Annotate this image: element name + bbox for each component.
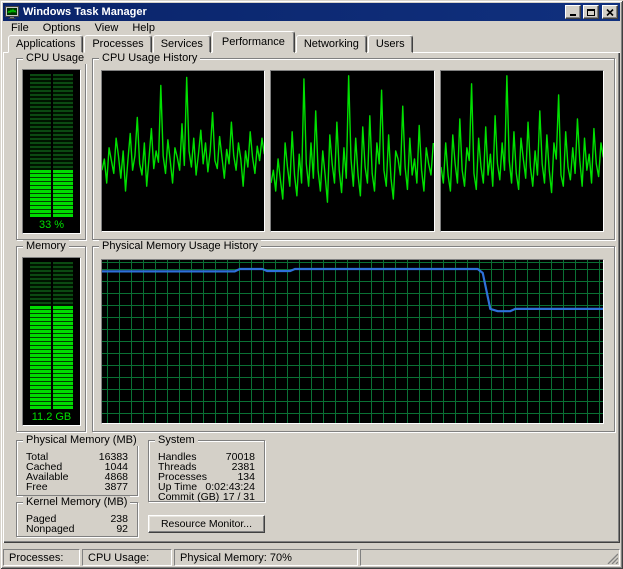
cpu-history-panels [101,70,604,232]
tab-applications[interactable]: Applications [8,35,84,53]
physical-memory-group-label: Physical Memory (MB) [23,434,140,446]
cpu-history-graph-3 [439,70,604,232]
memory-history-group: Physical Memory Usage History [92,240,615,432]
cpu-usage-gauge: 33 % [22,69,81,234]
cpu-usage-group-label: CPU Usage [23,52,88,64]
tab-strip: Applications Processes Services Performa… [8,31,414,53]
resize-grip-icon[interactable] [606,552,618,564]
close-button[interactable] [602,5,618,19]
memory-history-graph [101,259,604,424]
resource-monitor-button[interactable]: Resource Monitor... [148,515,265,533]
system-row-commit: Commit (GB) 17 / 31 [158,491,255,503]
memory-gauge: 11.2 GB [22,257,81,426]
minimize-icon [570,14,576,16]
cpu-gauge-divider [50,70,53,217]
cpu-history-graph-1 [101,70,266,232]
maximize-icon [587,8,595,16]
cpu-history-line-1 [102,71,264,231]
tab-performance[interactable]: Performance [211,31,295,53]
status-physical-memory: Physical Memory: 70% [174,549,358,566]
kernel-memory-group: Kernel Memory (MB) Paged 238 Nonpaged 92 [16,496,138,537]
tab-networking[interactable]: Networking [295,35,367,53]
memory-group: Memory 11.2 GB [16,240,86,432]
maximize-button[interactable] [583,5,599,19]
title-bar[interactable]: Windows Task Manager [3,3,620,21]
memory-value: 11.2 GB [31,411,72,423]
performance-tab-page: CPU Usage 33 % CPU Usage History Memory … [3,52,620,543]
cpu-history-line-2 [271,71,433,231]
cpu-history-group: CPU Usage History [92,52,615,240]
memory-history-group-label: Physical Memory Usage History [99,240,261,252]
system-group-label: System [155,434,198,446]
status-filler-panel [360,549,620,566]
memory-history-line [102,260,603,423]
cpu-history-graph-2 [270,70,435,232]
status-cpu-usage: CPU Usage: 33% [82,549,172,569]
cpu-usage-value: 33 % [38,219,65,231]
task-manager-icon [5,5,19,19]
close-icon [606,8,614,16]
system-group: System Handles 70018 Threads 2381 Processe… [148,434,265,503]
minimize-button[interactable] [565,5,581,19]
kernel-memory-row-nonpaged: Nonpaged 92 [26,523,128,535]
physical-memory-row-free: Free 3877 [26,481,128,493]
tab-processes[interactable]: Processes [84,35,152,53]
cpu-history-group-label: CPU Usage History [99,52,201,64]
cpu-history-line-3 [441,71,603,231]
memory-gauge-divider [50,258,53,409]
cpu-usage-group: CPU Usage 33 % [16,52,88,240]
window-title: Windows Task Manager [23,6,147,18]
physical-memory-group: Physical Memory (MB) Total 16383 Cached 10… [16,434,140,496]
memory-group-label: Memory [23,240,69,252]
tab-services[interactable]: Services [152,35,211,53]
status-processes: Processes: 134 [3,549,80,569]
kernel-memory-group-label: Kernel Memory (MB) [23,496,131,508]
task-manager-window: Windows Task Manager File Options View H… [0,0,623,569]
tab-users[interactable]: Users [367,35,413,53]
status-bar: Processes: 134 CPU Usage: 33% Physical M… [3,546,620,569]
